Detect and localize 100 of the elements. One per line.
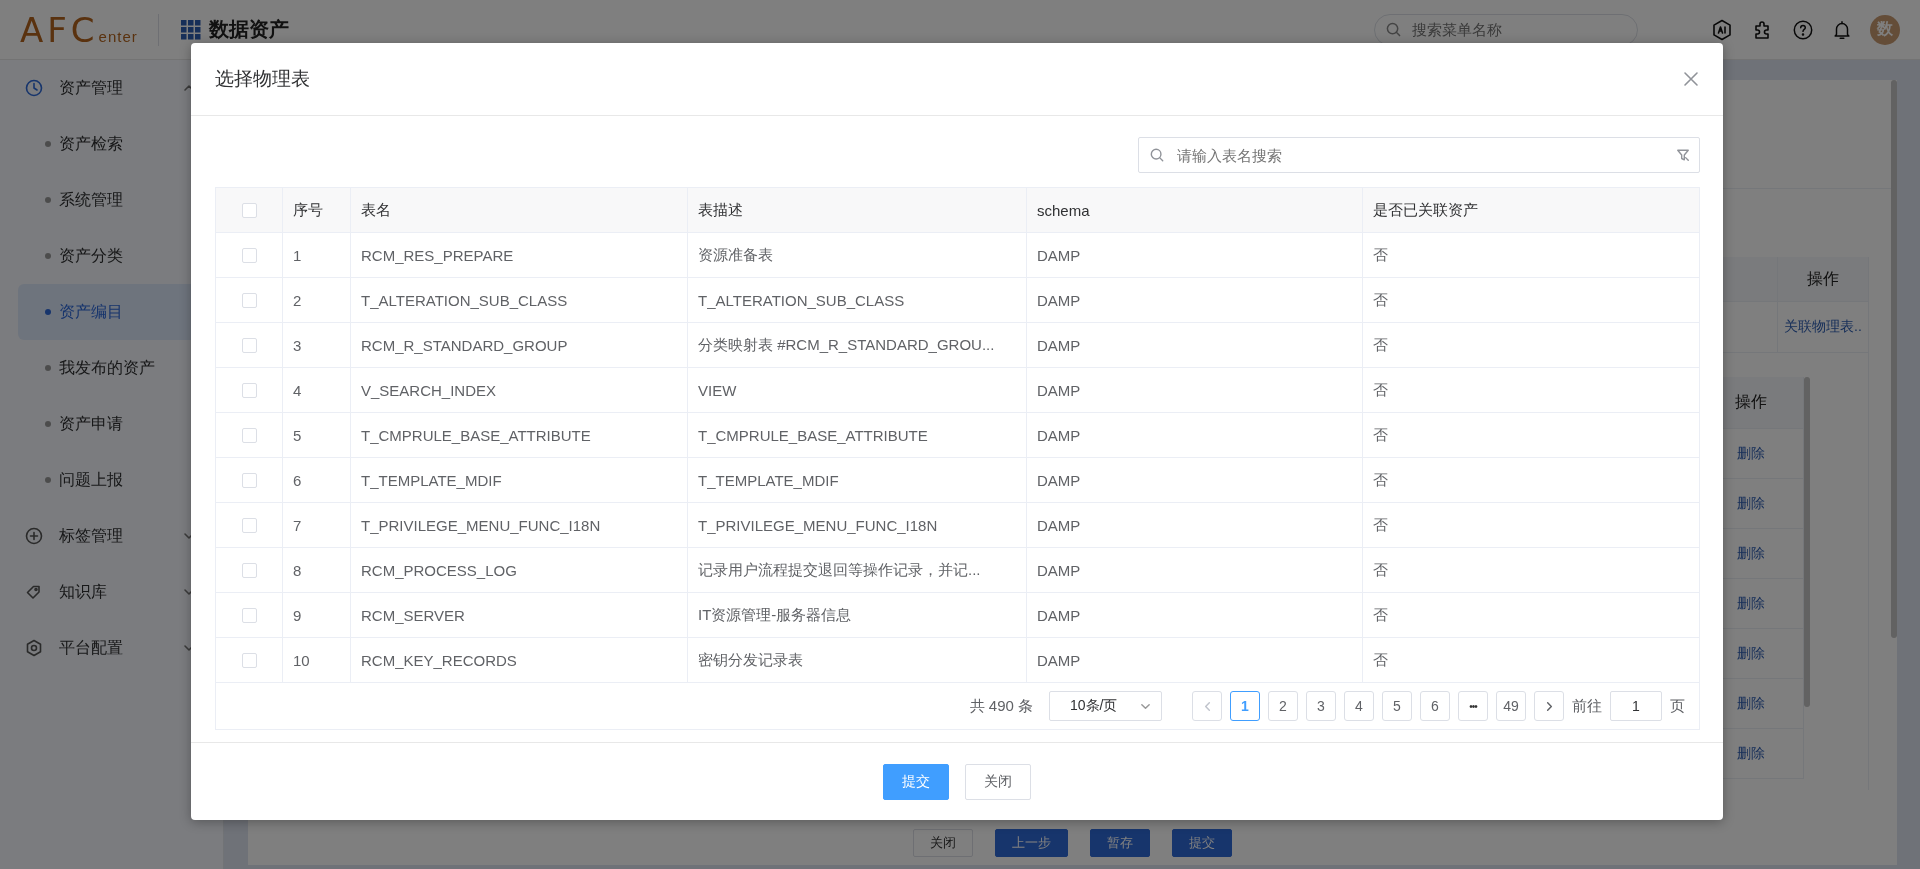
page-button[interactable]: 6 xyxy=(1420,691,1450,721)
table-cell: 否 xyxy=(1363,638,1699,683)
button[interactable]: 暂存 xyxy=(1090,829,1150,857)
nav-subitem[interactable]: 资产申请 xyxy=(18,396,205,452)
page-size-select[interactable]: 10条/页 xyxy=(1049,691,1162,721)
table-cell: DAMP xyxy=(1027,503,1363,548)
table-cell: 5 xyxy=(283,413,351,458)
help-icon[interactable] xyxy=(1792,18,1814,41)
previous-page-button[interactable] xyxy=(1192,691,1222,721)
page-button[interactable]: 3 xyxy=(1306,691,1336,721)
next-page-button[interactable] xyxy=(1534,691,1564,721)
nav-subitem-label: 系统管理 xyxy=(59,189,123,210)
filter-icon[interactable] xyxy=(1676,148,1690,162)
page-button[interactable]: 4 xyxy=(1344,691,1374,721)
table-cell: DAMP xyxy=(1027,458,1363,503)
checkbox[interactable] xyxy=(241,427,257,443)
bullet-icon xyxy=(45,141,51,147)
nav-subitem[interactable]: 系统管理 xyxy=(18,172,205,228)
column-header: 表名 xyxy=(351,188,688,233)
checkbox[interactable] xyxy=(241,652,257,668)
table-cell: 3 xyxy=(283,323,351,368)
nav-subitem[interactable]: 资产检索 xyxy=(18,116,205,172)
button[interactable]: 关闭 xyxy=(913,829,973,857)
ai-icon[interactable] xyxy=(1710,17,1734,42)
delete-link[interactable]: 删除 xyxy=(1737,744,1765,763)
column-header: 是否已关联资产 xyxy=(1363,188,1699,233)
jump-label: 前往 xyxy=(1572,696,1602,716)
table-cell: 分类映射表 #RCM_R_STANDARD_GROU... xyxy=(688,323,1027,368)
table-cell: 否 xyxy=(1363,278,1699,323)
checkbox[interactable] xyxy=(241,517,257,533)
nav-item[interactable]: 标签管理 xyxy=(0,508,223,564)
search-field[interactable]: 请输入表名搜索 xyxy=(1138,137,1700,173)
nav-subitem[interactable]: 我发布的资产 xyxy=(18,340,205,396)
delete-link[interactable]: 删除 xyxy=(1737,494,1765,513)
total-count: 共 490 条 xyxy=(969,696,1033,716)
nav-subitem-label: 资产检索 xyxy=(59,133,123,154)
table-cell: 7 xyxy=(283,503,351,548)
column-header: 序号 xyxy=(283,188,351,233)
table-cell: T_PRIVILEGE_MENU_FUNC_I18N xyxy=(351,503,688,548)
table-cell: DAMP xyxy=(1027,368,1363,413)
search-icon xyxy=(1386,21,1401,37)
close-icon[interactable] xyxy=(1683,71,1699,87)
table-cell: 4 xyxy=(283,368,351,413)
table-cell: VIEW xyxy=(688,368,1027,413)
nav-subitem[interactable]: 问题上报 xyxy=(18,452,205,508)
button[interactable]: 提交 xyxy=(883,763,949,800)
table-cell: DAMP xyxy=(1027,323,1363,368)
checkbox[interactable] xyxy=(241,472,257,488)
table-cell: RCM_KEY_RECORDS xyxy=(351,638,688,683)
page-button[interactable]: 5 xyxy=(1382,691,1412,721)
checkbox[interactable] xyxy=(241,247,257,263)
table-cell: T_ALTERATION_SUB_CLASS xyxy=(351,278,688,323)
table-cell: 否 xyxy=(1363,368,1699,413)
table-cell: DAMP xyxy=(1027,638,1363,683)
grid-icon[interactable] xyxy=(180,19,201,40)
page-button[interactable]: 1 xyxy=(1230,691,1260,721)
bullet-icon xyxy=(45,309,51,315)
page-button[interactable]: 49 xyxy=(1496,691,1526,721)
table-cell: T_TEMPLATE_MDIF xyxy=(688,458,1027,503)
table-cell: 记录用户流程提交退回等操作记录，并记... xyxy=(688,548,1027,593)
clock-icon xyxy=(24,78,44,98)
table-cell: T_PRIVILEGE_MENU_FUNC_I18N xyxy=(688,503,1027,548)
table-cell: 10 xyxy=(283,638,351,683)
column-header: schema xyxy=(1027,188,1363,233)
nav-item[interactable]: 平台配置 xyxy=(0,620,223,676)
table-cell: DAMP xyxy=(1027,233,1363,278)
table-cell: 否 xyxy=(1363,548,1699,593)
table-cell: 否 xyxy=(1363,593,1699,638)
nav-item[interactable]: 知识库 xyxy=(0,564,223,620)
more-pages-button[interactable]: ••• xyxy=(1458,691,1488,721)
button[interactable]: 关闭 xyxy=(965,763,1031,800)
app-title: 数据资产 xyxy=(208,17,289,42)
delete-link[interactable]: 删除 xyxy=(1737,694,1765,713)
bullet-icon xyxy=(45,197,51,203)
table-cell: 8 xyxy=(283,548,351,593)
delete-link[interactable]: 删除 xyxy=(1737,444,1765,463)
dialog-title: 选择物理表 xyxy=(215,67,310,91)
button[interactable]: 提交 xyxy=(1172,829,1232,857)
page-unit-label: 页 xyxy=(1670,696,1685,716)
checkbox[interactable] xyxy=(241,202,257,218)
nav-subitem-label: 问题上报 xyxy=(59,469,123,490)
checkbox[interactable] xyxy=(241,337,257,353)
table-cell: 9 xyxy=(283,593,351,638)
delete-link[interactable]: 删除 xyxy=(1737,594,1765,613)
checkbox[interactable] xyxy=(241,292,257,308)
checkbox[interactable] xyxy=(241,607,257,623)
delete-link[interactable]: 删除 xyxy=(1737,544,1765,563)
menu-search-field[interactable]: 搜索菜单名称 xyxy=(1374,13,1638,46)
page-button[interactable]: 2 xyxy=(1268,691,1298,721)
checkbox[interactable] xyxy=(241,382,257,398)
page-number-field[interactable]: 1 xyxy=(1610,691,1662,721)
link[interactable]: 关联物理表.. xyxy=(1784,318,1862,336)
table-cell: T_TEMPLATE_MDIF xyxy=(351,458,688,503)
table-cell: DAMP xyxy=(1027,548,1363,593)
delete-link[interactable]: 删除 xyxy=(1737,644,1765,663)
table-cell: 资源准备表 xyxy=(688,233,1027,278)
search-icon xyxy=(1150,148,1164,162)
table-cell: RCM_SERVER xyxy=(351,593,688,638)
nav-subitem[interactable]: 资产分类 xyxy=(18,228,205,284)
checkbox[interactable] xyxy=(241,562,257,578)
